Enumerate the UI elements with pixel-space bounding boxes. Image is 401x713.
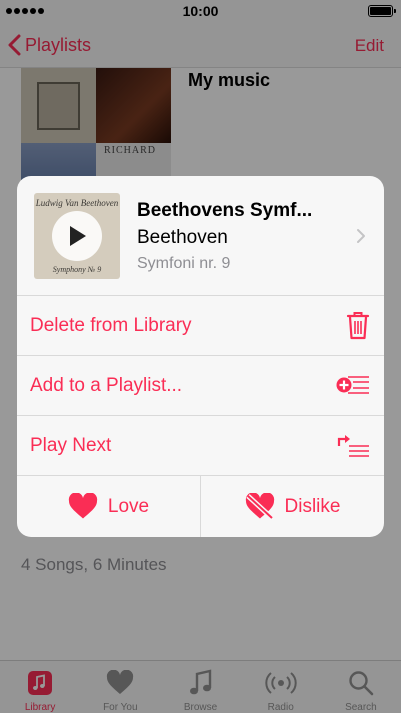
action-label: Delete from Library bbox=[30, 315, 192, 336]
heart-icon bbox=[68, 493, 98, 519]
song-album: Symfoni nr. 9 bbox=[137, 255, 231, 272]
play-icon bbox=[70, 226, 86, 246]
play-next-icon bbox=[337, 435, 369, 457]
rating-row: Love Dislike bbox=[17, 476, 384, 537]
add-to-playlist-icon bbox=[336, 376, 369, 394]
album-artwork: Ludwig Van Beethoven Symphony № 9 bbox=[34, 193, 120, 279]
action-label: Add to a Playlist... bbox=[30, 375, 183, 396]
song-header[interactable]: Ludwig Van Beethoven Symphony № 9 Beetho… bbox=[17, 176, 384, 296]
play-next-button[interactable]: Play Next bbox=[17, 416, 384, 476]
dislike-button[interactable]: Dislike bbox=[201, 476, 384, 537]
chevron-right-icon bbox=[357, 229, 365, 243]
song-action-sheet: Ludwig Van Beethoven Symphony № 9 Beetho… bbox=[17, 176, 384, 537]
love-label: Love bbox=[107, 495, 150, 517]
play-button[interactable] bbox=[52, 211, 102, 261]
add-to-playlist-button[interactable]: Add to a Playlist... bbox=[17, 356, 384, 416]
dislike-label: Dislike bbox=[284, 495, 341, 517]
song-title: Beethovens Symf... bbox=[137, 200, 313, 221]
artwork-script: Ludwig Van Beethoven bbox=[35, 198, 119, 208]
dislike-heart-icon bbox=[245, 493, 274, 520]
action-label: Play Next bbox=[30, 435, 112, 456]
song-artist: Beethoven bbox=[137, 227, 228, 248]
love-button[interactable]: Love bbox=[17, 476, 201, 537]
artwork-script: Symphony № 9 bbox=[52, 265, 102, 274]
trash-icon bbox=[346, 312, 370, 340]
delete-from-library-button[interactable]: Delete from Library bbox=[17, 296, 384, 356]
